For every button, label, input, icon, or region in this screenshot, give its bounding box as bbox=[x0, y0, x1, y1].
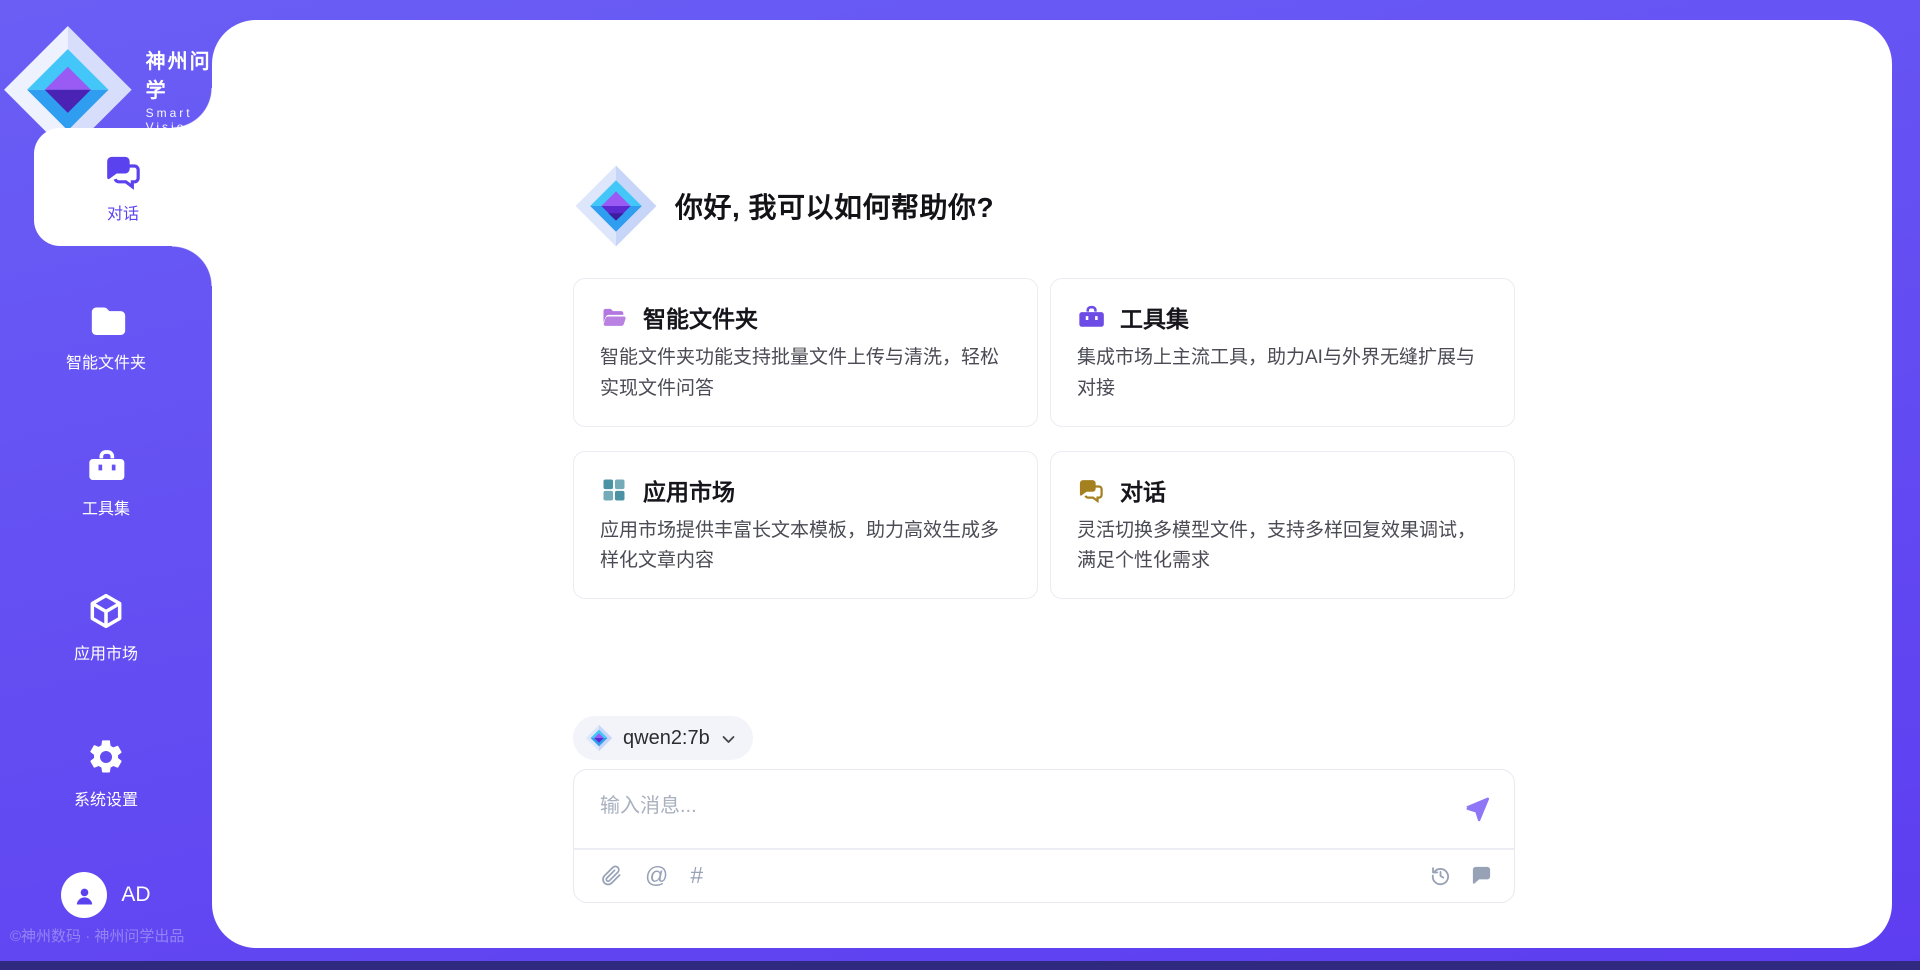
card-header: 应用市场 bbox=[600, 473, 1011, 507]
feature-cards: 智能文件夹 智能文件夹功能支持批量文件上传与清洗，轻松实现文件问答 工具集 集成… bbox=[573, 278, 1515, 599]
card-description: 灵活切换多模型文件，支持多样回复效果调试，满足个性化需求 bbox=[1077, 516, 1488, 578]
diamond-logo-icon bbox=[573, 163, 659, 249]
bottom-edge-strip bbox=[0, 961, 1920, 970]
user-label: AD bbox=[121, 883, 150, 907]
main-content: 你好, 我可以如何帮助你? 智能文件夹 智能文件夹功能支持批量文件上传与清洗，轻… bbox=[573, 20, 1515, 948]
chat-double-icon bbox=[1077, 476, 1105, 504]
model-selector[interactable]: qwen2:7b bbox=[573, 716, 753, 760]
sidebar: 神州问学 Smart Vision 对话 智能文件夹 工具集 应用市场 bbox=[0, 0, 212, 970]
feedback-bubble-icon[interactable] bbox=[1470, 864, 1493, 887]
sidebar-item-label: 对话 bbox=[107, 200, 139, 224]
card-title: 对话 bbox=[1120, 473, 1166, 507]
sidebar-item-smart-folder[interactable]: 智能文件夹 bbox=[0, 300, 212, 373]
sidebar-item-app-market[interactable]: 应用市场 bbox=[0, 591, 212, 664]
send-plane-icon bbox=[1461, 793, 1493, 825]
hashtag-icon[interactable]: # bbox=[690, 864, 703, 887]
sidebar-item-chat[interactable]: 对话 bbox=[34, 128, 212, 246]
card-description: 智能文件夹功能支持批量文件上传与清洗，轻松实现文件问答 bbox=[600, 343, 1011, 405]
message-input[interactable] bbox=[600, 783, 1442, 829]
sidebar-item-toolset[interactable]: 工具集 bbox=[0, 446, 212, 519]
gear-icon bbox=[86, 737, 126, 777]
diamond-logo-icon bbox=[585, 724, 613, 752]
card-toolset[interactable]: 工具集 集成市场上主流工具，助力AI与外界无缝扩展与对接 bbox=[1050, 278, 1515, 427]
card-chat[interactable]: 对话 灵活切换多模型文件，支持多样回复效果调试，满足个性化需求 bbox=[1050, 451, 1515, 600]
greeting: 你好, 我可以如何帮助你? bbox=[573, 163, 994, 249]
user-account[interactable]: AD bbox=[0, 872, 212, 918]
model-label: qwen2:7b bbox=[623, 727, 710, 750]
chevron-down-icon bbox=[720, 731, 737, 748]
card-header: 对话 bbox=[1077, 473, 1488, 507]
sidebar-item-label: 工具集 bbox=[82, 495, 130, 519]
card-title: 工具集 bbox=[1120, 300, 1189, 334]
folder-open-icon bbox=[600, 303, 628, 331]
card-title: 应用市场 bbox=[643, 473, 735, 507]
sidebar-footer: ©神州数码 · 神州问学出品 bbox=[10, 925, 184, 946]
greeting-text: 你好, 我可以如何帮助你? bbox=[675, 186, 994, 226]
card-description: 应用市场提供丰富长文本模板，助力高效生成多样化文章内容 bbox=[600, 516, 1011, 578]
folder-icon bbox=[86, 300, 126, 340]
main-panel: 你好, 我可以如何帮助你? 智能文件夹 智能文件夹功能支持批量文件上传与清洗，轻… bbox=[212, 20, 1892, 948]
card-app-market[interactable]: 应用市场 应用市场提供丰富长文本模板，助力高效生成多样化文章内容 bbox=[573, 451, 1038, 600]
sidebar-item-settings[interactable]: 系统设置 bbox=[0, 737, 212, 810]
mention-icon[interactable]: @ bbox=[645, 864, 668, 887]
sidebar-item-label: 应用市场 bbox=[74, 640, 138, 664]
message-composer: @ # bbox=[573, 769, 1515, 903]
card-smart-folder[interactable]: 智能文件夹 智能文件夹功能支持批量文件上传与清洗，轻松实现文件问答 bbox=[573, 278, 1038, 427]
attach-icon[interactable] bbox=[600, 864, 623, 887]
sidebar-item-label: 智能文件夹 bbox=[66, 349, 146, 373]
sidebar-item-label: 系统设置 bbox=[74, 786, 138, 810]
card-header: 智能文件夹 bbox=[600, 300, 1011, 334]
send-button[interactable] bbox=[1461, 793, 1493, 825]
card-title: 智能文件夹 bbox=[643, 300, 758, 334]
toolbar-right-icons bbox=[1429, 864, 1493, 887]
composer-toolbar: @ # bbox=[600, 848, 1493, 902]
grid-blocks-icon bbox=[600, 476, 628, 504]
avatar bbox=[61, 872, 107, 918]
toolbox-icon bbox=[1077, 303, 1105, 331]
card-header: 工具集 bbox=[1077, 300, 1488, 334]
card-description: 集成市场上主流工具，助力AI与外界无缝扩展与对接 bbox=[1077, 343, 1488, 405]
history-icon[interactable] bbox=[1429, 864, 1452, 887]
toolbox-icon bbox=[86, 446, 126, 486]
chat-double-icon bbox=[103, 151, 143, 191]
user-icon bbox=[71, 882, 98, 909]
cube-icon bbox=[86, 591, 126, 631]
